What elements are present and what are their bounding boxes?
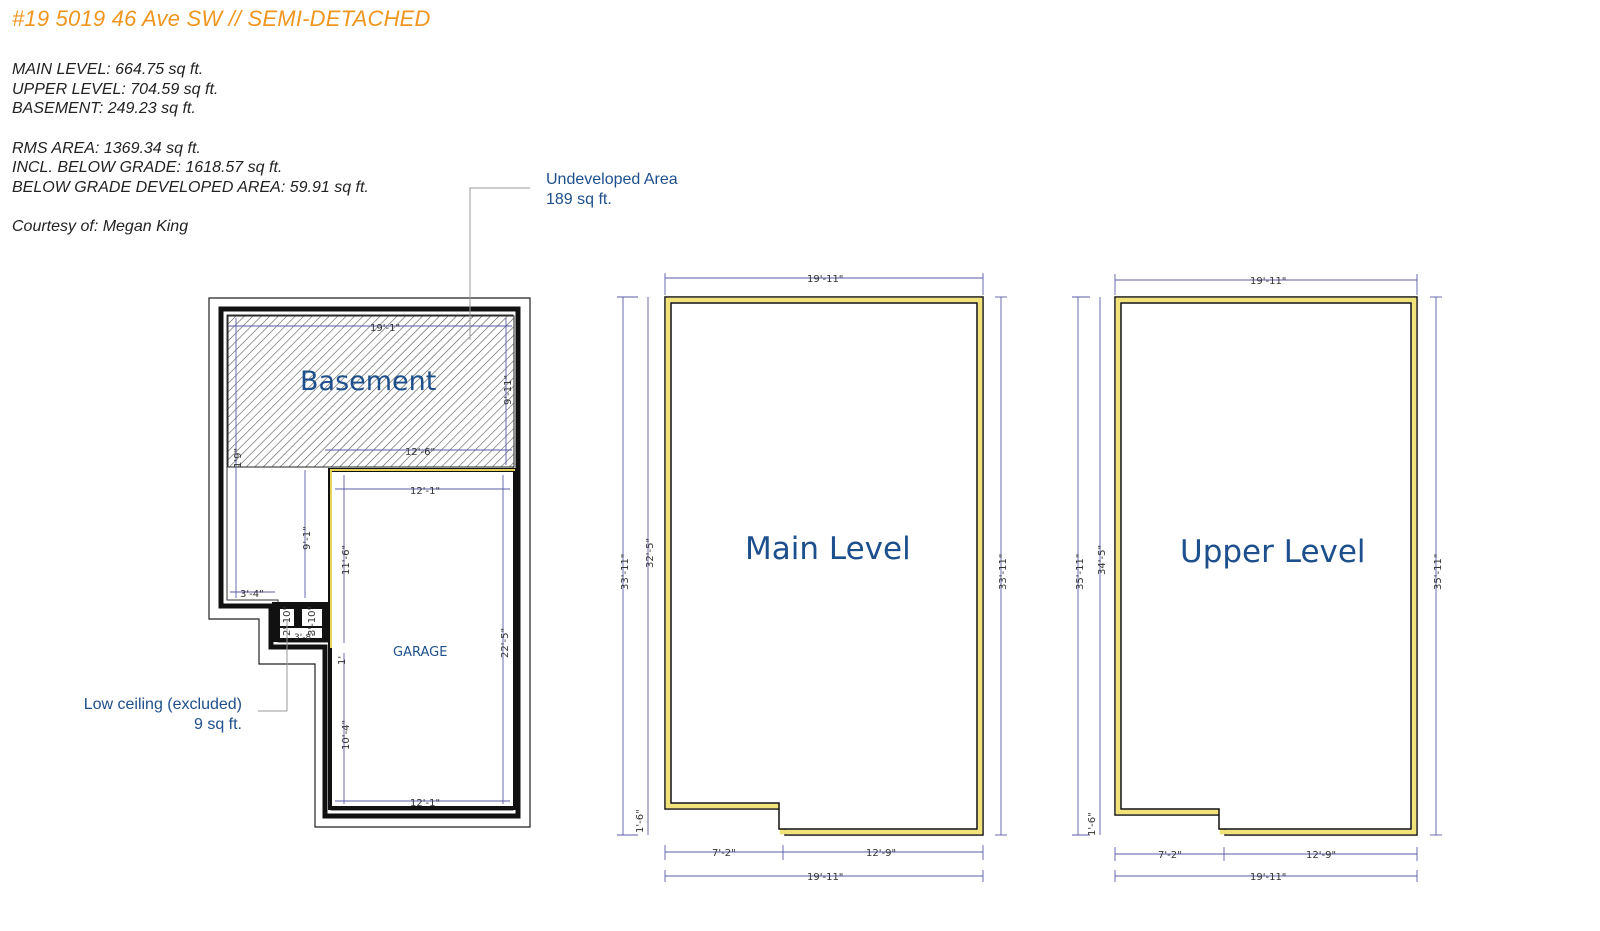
dim-upper-right: 35'-11"	[1433, 554, 1444, 590]
dim-hall-width: 3'-4"	[240, 589, 264, 600]
dim-hall-height: 9'-1"	[302, 526, 313, 550]
garage-label: GARAGE	[393, 645, 447, 660]
undeveloped-area-size: 189 sq ft.	[546, 191, 612, 208]
floor-plan-diagram: 19'-1" 9'-11" 1'9" 12'-6" 9'-1" 3'-4" 2'…	[84, 171, 1444, 883]
dim-main-left-inner: 32'-5"	[645, 538, 656, 568]
dim-garage-step: 1'	[337, 656, 348, 665]
dim-garage-left-lower: 10'-4"	[341, 720, 352, 750]
basement-plan: 19'-1" 9'-11" 1'9" 12'-6" 9'-1" 3'-4" 2'…	[208, 187, 531, 828]
dim-upper-left-outer: 35'-11"	[1075, 554, 1086, 590]
dim-garage-bottom: 12'-1"	[410, 798, 440, 809]
low-ceiling-callout: Low ceiling (excluded)	[84, 696, 242, 713]
main-level-label: Main Level	[745, 531, 911, 567]
dim-upper-left-inner: 34'-5"	[1097, 545, 1108, 575]
undeveloped-area-callout: Undeveloped Area	[546, 171, 678, 188]
dim-closet-c: 3'-8"	[294, 633, 315, 643]
dim-main-left-outer: 33'-11"	[620, 554, 631, 590]
low-ceiling-size: 9 sq ft.	[194, 716, 242, 733]
dim-garage-right: 22'-5"	[500, 628, 511, 658]
dim-main-bottom-left: 7'-2"	[712, 848, 736, 859]
dim-upper-bottom-left: 7'-2"	[1158, 850, 1182, 861]
dim-basement-mid-width: 12'-6"	[405, 447, 435, 458]
main-level-plan: 19'-11" 33'-11" 32'-5" 1'-6" 33'-11" 7'-…	[617, 273, 1009, 883]
dim-garage-left-upper: 11'-6"	[341, 545, 352, 575]
upper-level-plan: 19'-11" 35'-11" 34'-5" 1'-6" 35'-11" 7'-…	[1072, 274, 1444, 883]
dim-basement-left-small: 1'9"	[233, 448, 244, 468]
dim-basement-top: 19'-1"	[370, 323, 400, 334]
garage-wall	[328, 468, 517, 810]
dim-garage-top: 12'-1"	[410, 486, 440, 497]
dim-main-top: 19'-11"	[807, 274, 843, 285]
dim-main-bottom-right: 12'-9"	[866, 848, 896, 859]
dim-closet-b: 3'-10"	[307, 606, 318, 636]
dim-main-right: 33'-11"	[998, 554, 1009, 590]
basement-label: Basement	[300, 366, 436, 397]
dim-upper-top: 19'-11"	[1250, 276, 1286, 287]
dim-basement-right: 9'-11"	[503, 375, 514, 405]
dim-main-step: 1'-6"	[635, 809, 646, 833]
dim-upper-bottom-total: 19'-11"	[1250, 872, 1286, 883]
dim-upper-bottom-right: 12'-9"	[1306, 850, 1336, 861]
dim-main-bottom-total: 19'-11"	[807, 872, 843, 883]
dim-upper-step: 1'-6"	[1087, 812, 1098, 836]
upper-level-label: Upper Level	[1180, 534, 1366, 570]
